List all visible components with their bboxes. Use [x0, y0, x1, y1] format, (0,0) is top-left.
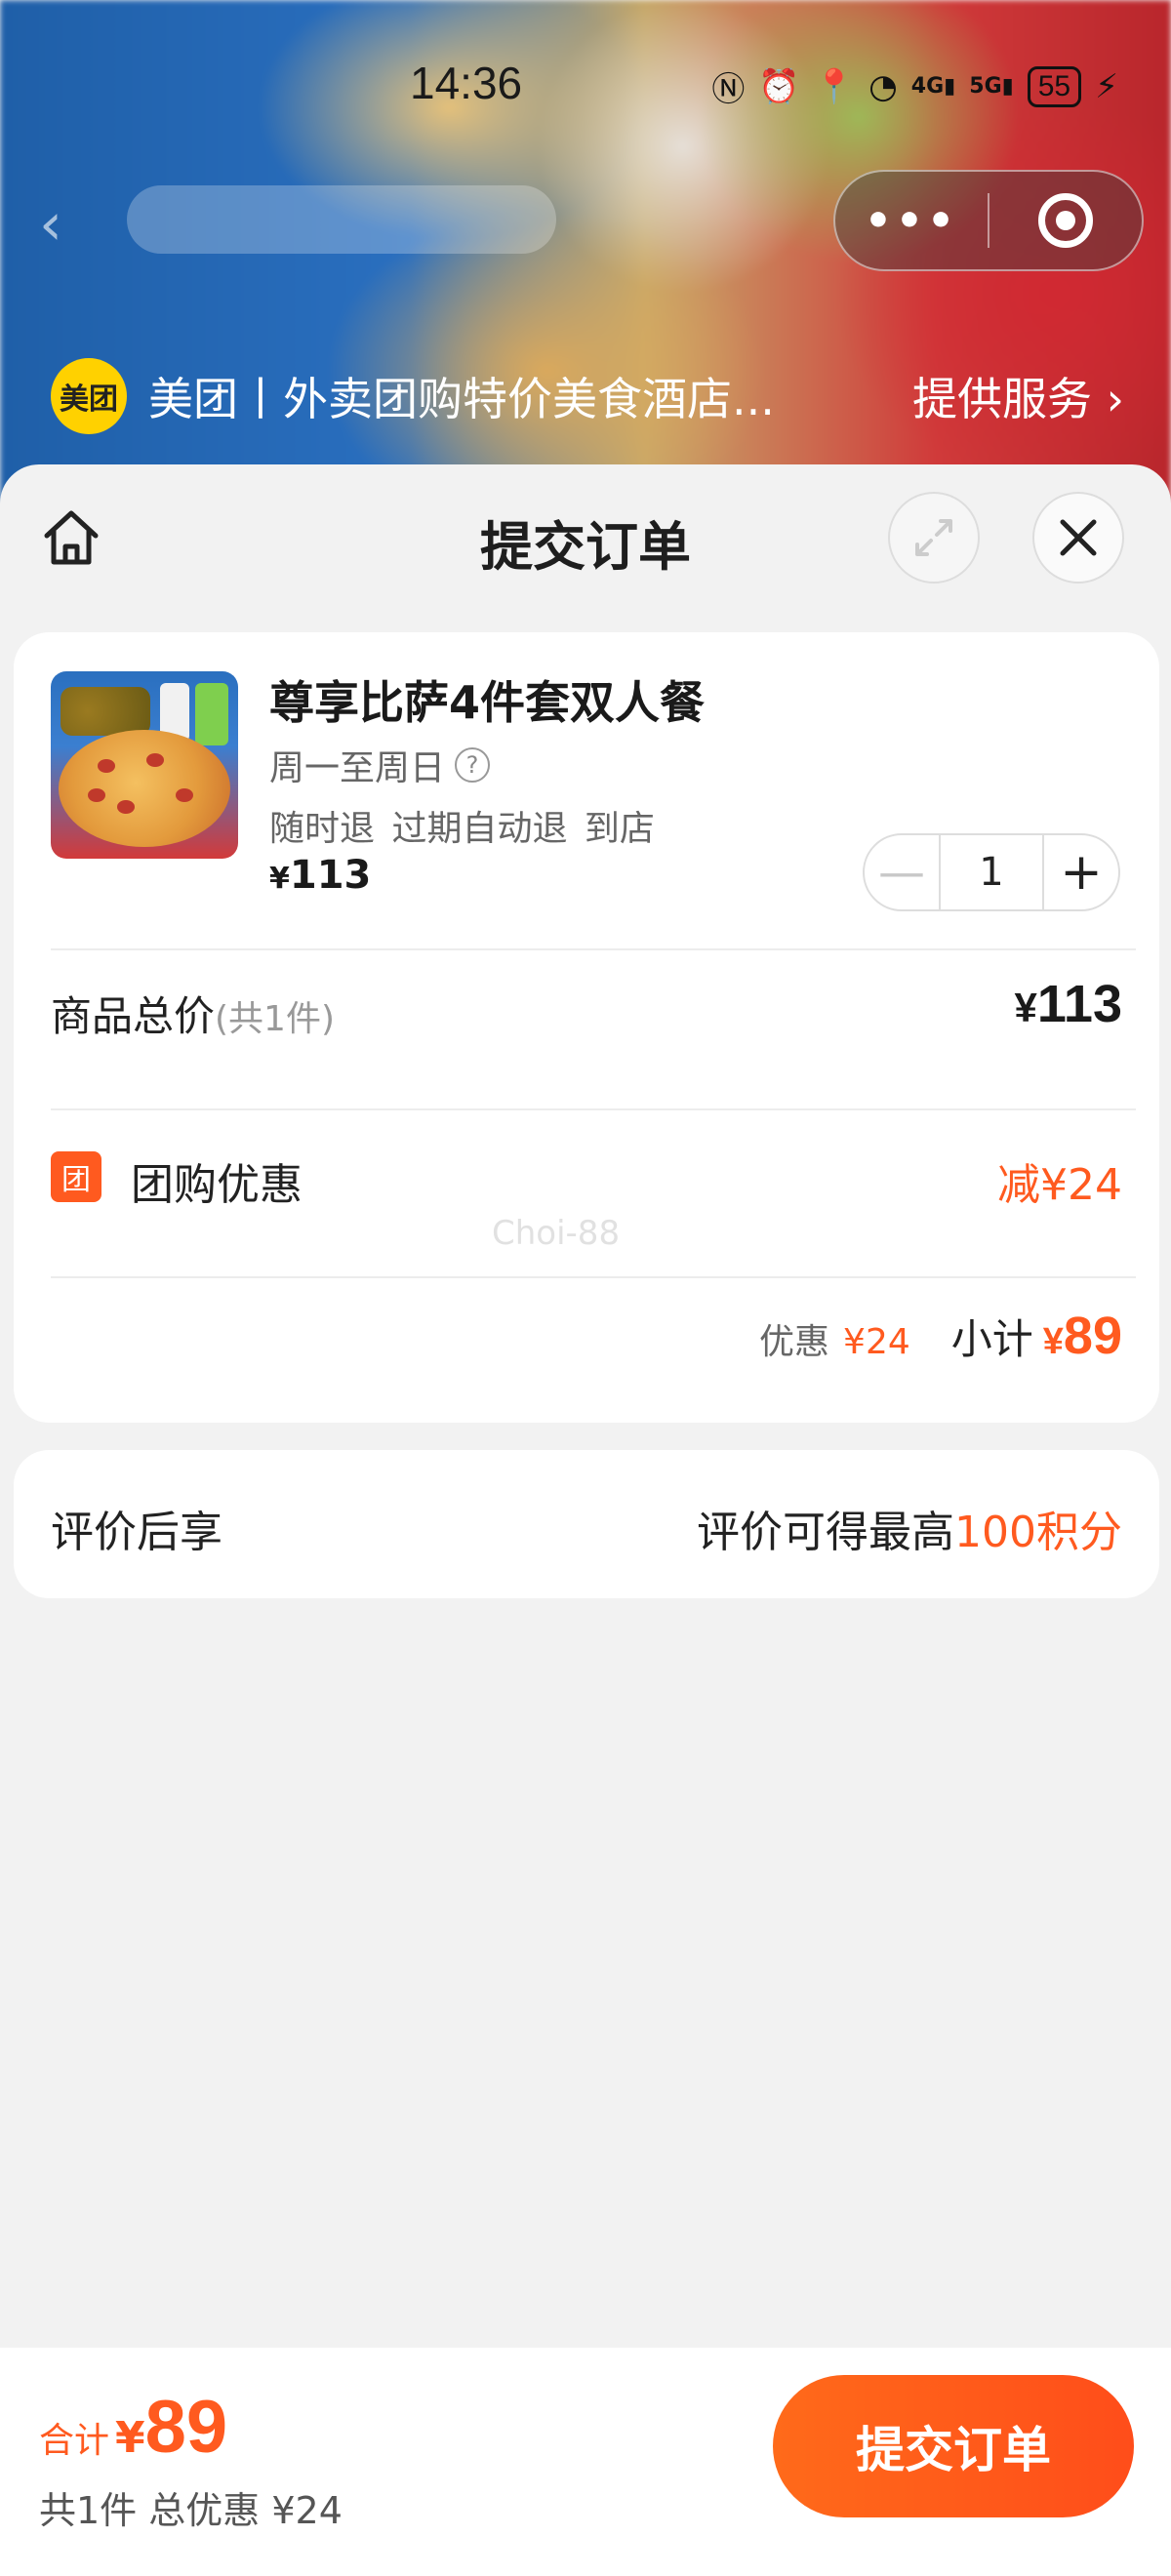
provider-service-link[interactable]: 提供服务 ›: [912, 364, 1124, 428]
expand-icon: [915, 519, 952, 556]
expand-button[interactable]: [888, 492, 980, 584]
divider: [51, 948, 1136, 950]
group-buy-discount: 减¥24: [997, 1160, 1122, 1210]
location-icon: 📍: [813, 66, 856, 106]
product-valid-days: 周一至周日 ?: [269, 740, 491, 790]
back-icon: ‹: [39, 190, 62, 259]
help-icon[interactable]: ?: [455, 747, 491, 783]
wifi-icon: ◔: [868, 66, 898, 106]
provider-name: 美团丨外卖团购特价美食酒店...: [148, 373, 775, 425]
status-bar: 14:36 Ⓝ ⏰ 📍 ◔ 4G▮ 5G▮ 55 ⚡: [0, 0, 1171, 166]
charging-icon: ⚡: [1095, 66, 1118, 106]
status-time: 14:36: [410, 58, 523, 108]
subtotal-row: 优惠 ¥24 小计 ¥89: [759, 1306, 1122, 1366]
product-name[interactable]: 尊享比萨4件套双人餐: [269, 667, 705, 732]
order-sheet: 提交订单 尊享比萨4件套双人餐 周一至周日 ? 随时退 过期自动退 到店 ¥11…: [0, 464, 1171, 2576]
battery-icon: 55: [1027, 65, 1082, 107]
goods-total-value: ¥113: [1014, 975, 1122, 1033]
meituan-logo: 美团: [51, 358, 127, 434]
divider: [51, 1108, 1136, 1110]
status-icons: Ⓝ ⏰ 📍 ◔ 4G▮ 5G▮ 55 ⚡: [711, 62, 1118, 110]
close-icon: [1060, 519, 1097, 556]
grand-total-label: 合计: [39, 2421, 110, 2461]
product-price: ¥113: [269, 853, 372, 898]
more-dots-icon[interactable]: •••: [835, 196, 988, 246]
decrease-button[interactable]: —: [865, 835, 939, 909]
product-tags: 随时退 过期自动退 到店: [269, 809, 655, 849]
discount-value: ¥24: [843, 1322, 910, 1362]
divider: [51, 1276, 1136, 1278]
grand-total-value: 89: [144, 2386, 228, 2469]
signal-4g-icon: 4G▮: [910, 74, 956, 99]
increase-button[interactable]: +: [1044, 835, 1118, 909]
chevron-right-icon: ›: [1091, 373, 1124, 425]
review-label: 评价后享: [51, 1508, 222, 1557]
group-buy-label: 团购优惠: [131, 1160, 303, 1210]
target-circle-icon[interactable]: [989, 193, 1142, 248]
discount-label: 优惠: [759, 1322, 830, 1362]
quantity-value[interactable]: 1: [939, 835, 1044, 909]
review-reward: 评价可得最高100积分: [697, 1508, 1122, 1557]
page-title: 提交订单: [480, 516, 691, 578]
close-button[interactable]: [1032, 492, 1124, 584]
checkout-bar: 合计 ¥ 89 共1件 总优惠 ¥24 提交订单: [0, 2348, 1171, 2576]
alarm-icon: ⏰: [758, 66, 800, 106]
quantity-stepper: — 1 +: [863, 833, 1120, 911]
order-card: 尊享比萨4件套双人餐 周一至周日 ? 随时退 过期自动退 到店 ¥113 — 1…: [14, 632, 1159, 1423]
goods-total-label: 商品总价(共1件): [51, 992, 336, 1040]
sheet-header: 提交订单: [0, 464, 1171, 611]
nfc-icon: Ⓝ: [711, 70, 746, 109]
submit-order-button[interactable]: 提交订单: [773, 2375, 1134, 2517]
subtotal-label: 小计: [950, 1315, 1033, 1363]
provider-row[interactable]: 美团 美团丨外卖团购特价美食酒店... 提供服务 ›: [51, 357, 1124, 435]
signal-5g-icon: 5G▮: [969, 74, 1014, 99]
miniprogram-capsule: •••: [833, 170, 1144, 271]
search-bar-blurred: [127, 185, 556, 254]
grand-total-summary: 共1件 总优惠 ¥24: [39, 2489, 343, 2532]
subtotal-value: ¥89: [1042, 1307, 1122, 1365]
group-buy-badge-icon: 团: [51, 1151, 101, 1202]
review-reward-card[interactable]: 评价后享 评价可得最高100积分: [14, 1450, 1159, 1598]
watermark: Choi-88: [492, 1214, 621, 1253]
product-image[interactable]: [51, 671, 238, 859]
grand-total: 合计 ¥ 89: [39, 2386, 228, 2469]
